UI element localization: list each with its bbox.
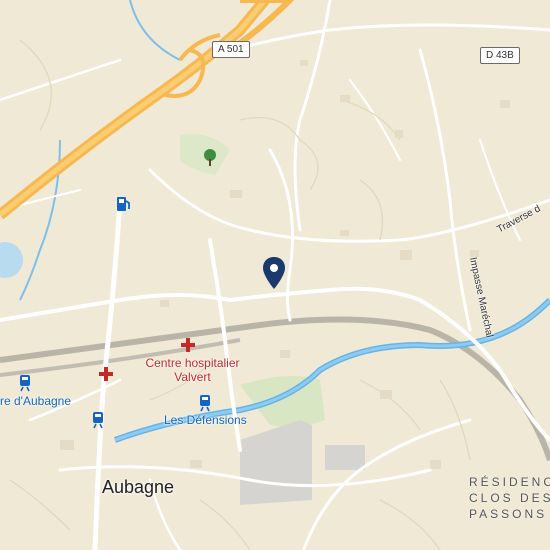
les-defensions-label[interactable]: Les Défensions: [164, 413, 247, 427]
road-shield-a501: A 501: [212, 41, 250, 58]
hospital-label-line2: Valvert: [174, 370, 211, 384]
fuel-station-icon[interactable]: [115, 195, 133, 218]
station-label[interactable]: re d'Aubagne: [0, 394, 71, 408]
town-label: Aubagne: [102, 477, 175, 497]
residence-line3: PASSONS: [469, 507, 548, 521]
hospital-label-line1: Centre hospitalier: [145, 356, 240, 370]
map-view[interactable]: A 501 D 43B Centre hospitalier Valvert r…: [0, 0, 550, 550]
hospital-cross-icon[interactable]: [180, 337, 196, 358]
residence-line1: RÉSIDENCE: [469, 475, 550, 489]
residence-line2: CLOS DES: [469, 491, 550, 505]
location-pin-icon[interactable]: [262, 256, 286, 295]
hospital-label[interactable]: Centre hospitalier Valvert: [145, 356, 240, 384]
park-tree-icon: [201, 148, 219, 173]
residence-label: RÉSIDENCE CLOS DES PASSONS: [469, 474, 550, 522]
road-shield-d43b: D 43B: [480, 47, 520, 64]
hospital-cross-icon[interactable]: [98, 366, 114, 387]
tram-stop-icon[interactable]: [90, 411, 106, 434]
